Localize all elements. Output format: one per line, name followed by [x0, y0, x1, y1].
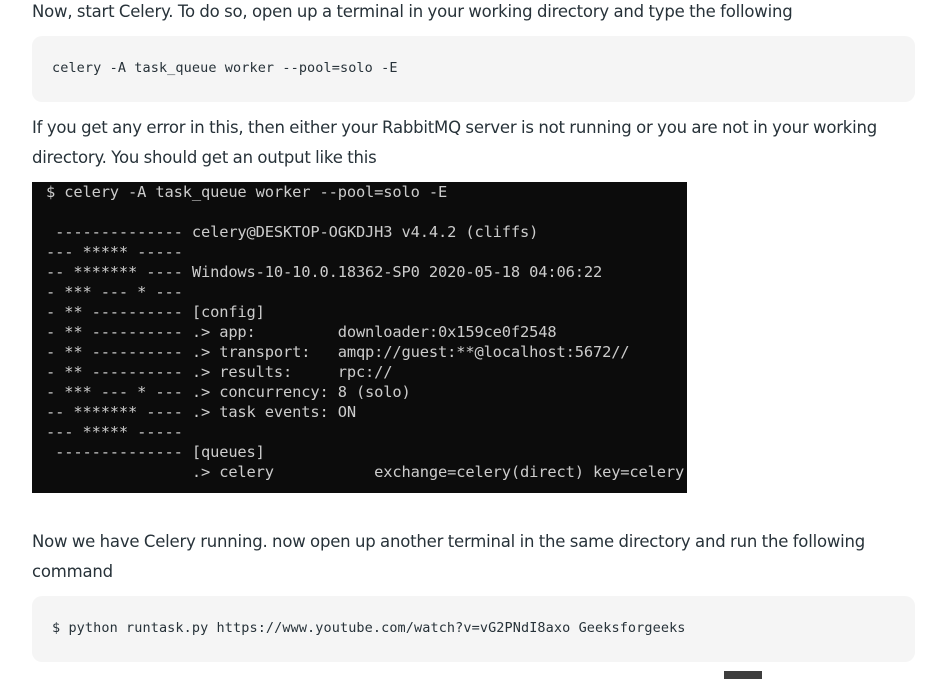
next-image-edge	[724, 671, 762, 679]
code-block-runtask-command[interactable]: $ python runtask.py https://www.youtube.…	[32, 596, 915, 662]
terminal-line: .> celery exchange=celery(direct) key=ce…	[46, 463, 685, 481]
terminal-line: $ celery -A task_queue worker --pool=sol…	[46, 183, 448, 201]
terminal-line: - *** --- * ---	[46, 283, 183, 301]
code-text-runtask-command: $ python runtask.py https://www.youtube.…	[52, 620, 686, 636]
terminal-output-screenshot: $ celery -A task_queue worker --pool=sol…	[32, 182, 687, 493]
terminal-line: -------------- celery@DESKTOP-OGKDJH3 v4…	[46, 223, 539, 241]
code-text-celery-command: celery -A task_queue worker --pool=solo …	[52, 60, 398, 76]
paragraph-error-note: If you get any error in this, then eithe…	[32, 118, 878, 167]
paragraph-start-celery: Now, start Celery. To do so, open up a t…	[32, 2, 793, 21]
terminal-line: -------------- [queues]	[46, 443, 265, 461]
terminal-line: --- ***** -----	[46, 243, 183, 261]
paragraph-celery-running: Now we have Celery running. now open up …	[32, 532, 866, 581]
terminal-line: -- ******* ---- .> task events: ON	[46, 403, 356, 421]
terminal-line: - ** ---------- .> results: rpc://	[46, 363, 393, 381]
terminal-line: - ** ---------- .> app: downloader:0x159…	[46, 323, 557, 341]
terminal-line: -- ******* ---- Windows-10-10.0.18362-SP…	[46, 263, 603, 281]
terminal-line: - ** ---------- .> transport: amqp://gue…	[46, 343, 630, 361]
terminal-line: --- ***** -----	[46, 423, 183, 441]
terminal-line: - *** --- * --- .> concurrency: 8 (solo)	[46, 383, 411, 401]
code-block-celery-command[interactable]: celery -A task_queue worker --pool=solo …	[32, 36, 915, 102]
terminal-line: - ** ---------- [config]	[46, 303, 265, 321]
